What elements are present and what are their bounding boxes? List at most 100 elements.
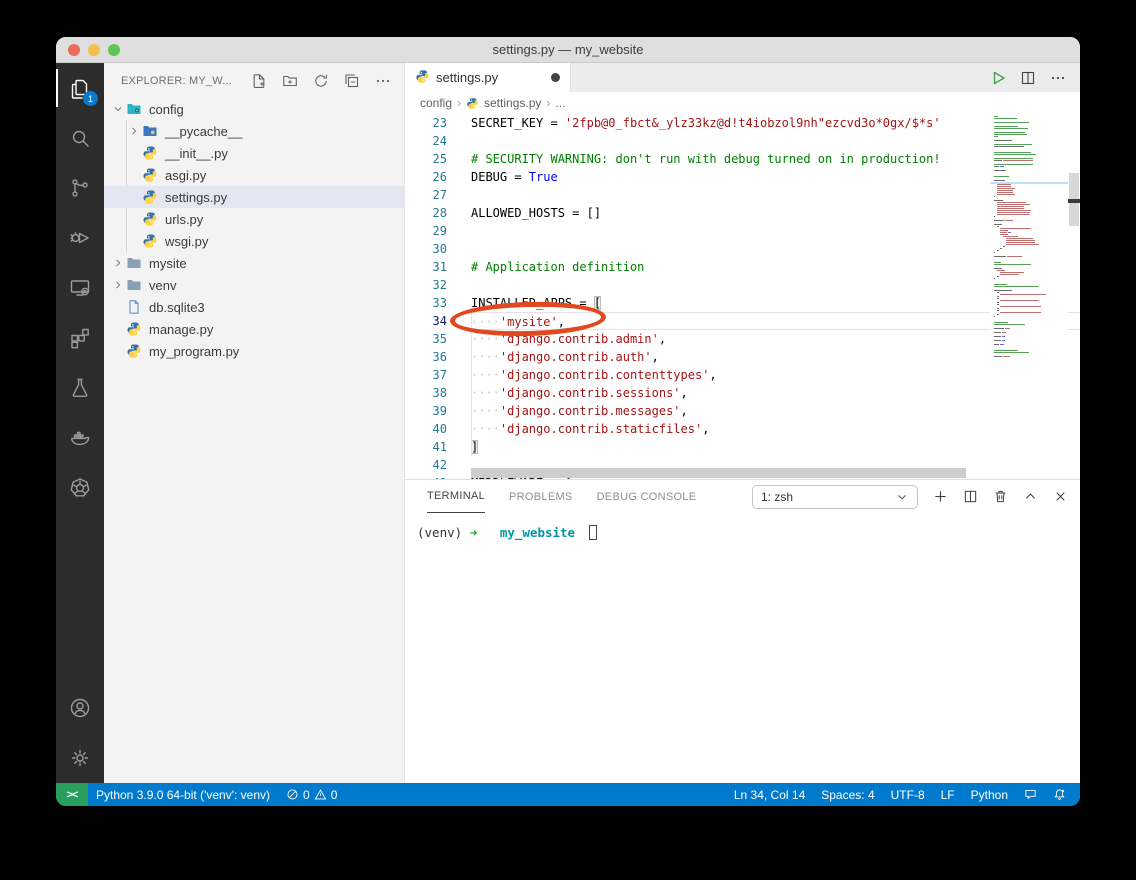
explorer-icon[interactable]: 1 xyxy=(56,63,104,113)
code-line-27[interactable]: 27 xyxy=(405,186,1080,204)
line-number[interactable]: 23 xyxy=(405,114,471,132)
feedback-icon[interactable] xyxy=(1016,783,1045,806)
horizontal-scrollbar[interactable] xyxy=(405,467,1068,479)
code-line-24[interactable]: 24 xyxy=(405,132,1080,150)
tree-item-config[interactable]: config xyxy=(104,98,404,120)
tree-item-urls-py[interactable]: urls.py xyxy=(104,208,404,230)
new-file-icon[interactable] xyxy=(248,70,270,92)
new-terminal-button[interactable] xyxy=(933,489,948,504)
line-number[interactable]: 27 xyxy=(405,186,471,204)
source-control-icon[interactable] xyxy=(56,163,104,213)
horizontal-scrollbar-handle[interactable] xyxy=(471,468,966,478)
kubernetes-icon[interactable] xyxy=(56,463,104,513)
vertical-scrollbar[interactable] xyxy=(1068,114,1080,479)
code-line-28[interactable]: 28ALLOWED_HOSTS = [] xyxy=(405,204,1080,222)
close-window-button[interactable] xyxy=(68,44,80,56)
code-line-37[interactable]: 37····'django.contrib.contenttypes', xyxy=(405,366,1080,384)
docker-icon[interactable] xyxy=(56,413,104,463)
line-number[interactable]: 25 xyxy=(405,150,471,168)
refresh-icon[interactable] xyxy=(310,70,332,92)
modified-dot-icon[interactable] xyxy=(551,73,560,82)
line-number[interactable]: 41 xyxy=(405,438,471,456)
tree-item--pycache-[interactable]: __pycache__ xyxy=(104,120,404,142)
run-debug-icon[interactable] xyxy=(56,213,104,263)
code-line-31[interactable]: 31# Application definition xyxy=(405,258,1080,276)
run-button[interactable] xyxy=(990,70,1006,86)
line-number[interactable]: 31 xyxy=(405,258,471,276)
code-line-32[interactable]: 32 xyxy=(405,276,1080,294)
line-number[interactable]: 37 xyxy=(405,366,471,384)
remote-indicator[interactable]: >< xyxy=(56,783,88,806)
tree-item-mysite[interactable]: mysite xyxy=(104,252,404,274)
new-folder-icon[interactable] xyxy=(279,70,301,92)
line-number[interactable]: 40 xyxy=(405,420,471,438)
status-python[interactable]: Python xyxy=(963,783,1016,806)
code-line-38[interactable]: 38····'django.contrib.sessions', xyxy=(405,384,1080,402)
tree-item-wsgi-py[interactable]: wsgi.py xyxy=(104,230,404,252)
line-number[interactable]: 24 xyxy=(405,132,471,150)
status-utf-8[interactable]: UTF-8 xyxy=(883,783,933,806)
line-number[interactable]: 33 xyxy=(405,294,471,312)
code-line-41[interactable]: 41] xyxy=(405,438,1080,456)
minimize-window-button[interactable] xyxy=(88,44,100,56)
problems-status[interactable]: 0 0 xyxy=(278,783,345,806)
line-number[interactable]: 36 xyxy=(405,348,471,366)
maximize-panel-button[interactable] xyxy=(1023,489,1038,504)
tree-item--init-py[interactable]: __init__.py xyxy=(104,142,404,164)
test-icon[interactable] xyxy=(56,363,104,413)
code-line-23[interactable]: 23SECRET_KEY = '2fpb@0_fbct&_ylz33kz@d!t… xyxy=(405,114,1080,132)
bell-icon[interactable] xyxy=(1045,783,1074,806)
status-lf[interactable]: LF xyxy=(933,783,963,806)
minimap[interactable] xyxy=(990,114,1068,479)
terminal-shell-dropdown[interactable]: 1: zsh xyxy=(752,485,918,509)
line-number[interactable]: 28 xyxy=(405,204,471,222)
tab-settings-py[interactable]: settings.py xyxy=(405,63,571,92)
code-line-26[interactable]: 26DEBUG = True xyxy=(405,168,1080,186)
split-terminal-button[interactable] xyxy=(963,489,978,504)
settings-gear-icon[interactable] xyxy=(56,733,104,783)
breadcrumb-item[interactable]: ... xyxy=(555,96,565,110)
collapse-all-icon[interactable] xyxy=(341,70,363,92)
line-number[interactable]: 32 xyxy=(405,276,471,294)
terminal-content[interactable]: (venv) ➜ my_website xyxy=(405,513,1080,783)
panel-tab-terminal[interactable]: TERMINAL xyxy=(427,480,485,513)
zoom-window-button[interactable] xyxy=(108,44,120,56)
split-editor-icon[interactable] xyxy=(1020,70,1036,86)
tree-item-db-sqlite3[interactable]: db.sqlite3 xyxy=(104,296,404,318)
code-editor[interactable]: 23SECRET_KEY = '2fpb@0_fbct&_ylz33kz@d!t… xyxy=(405,114,1080,479)
line-number[interactable]: 38 xyxy=(405,384,471,402)
code-line-25[interactable]: 25# SECURITY WARNING: don't run with deb… xyxy=(405,150,1080,168)
code-line-29[interactable]: 29 xyxy=(405,222,1080,240)
line-number[interactable]: 39 xyxy=(405,402,471,420)
code-line-36[interactable]: 36····'django.contrib.auth', xyxy=(405,348,1080,366)
more-icon[interactable] xyxy=(1050,70,1066,86)
code-line-39[interactable]: 39····'django.contrib.messages', xyxy=(405,402,1080,420)
tree-item-my-program-py[interactable]: my_program.py xyxy=(104,340,404,362)
remote-explorer-icon[interactable] xyxy=(56,263,104,313)
status-spaces[interactable]: Spaces: 4 xyxy=(813,783,882,806)
line-number[interactable]: 30 xyxy=(405,240,471,258)
panel-tab-debug-console[interactable]: DEBUG CONSOLE xyxy=(597,480,697,513)
title-bar[interactable]: settings.py — my_website xyxy=(56,37,1080,63)
search-icon[interactable] xyxy=(56,113,104,163)
breadcrumb-item[interactable]: settings.py xyxy=(484,96,541,110)
tree-item-settings-py[interactable]: settings.py xyxy=(104,186,404,208)
tree-item-asgi-py[interactable]: asgi.py xyxy=(104,164,404,186)
kill-terminal-button[interactable] xyxy=(993,489,1008,504)
tree-item-venv[interactable]: venv xyxy=(104,274,404,296)
breadcrumb-item[interactable]: config xyxy=(420,96,452,110)
code-line-40[interactable]: 40····'django.contrib.staticfiles', xyxy=(405,420,1080,438)
panel-tab-problems[interactable]: PROBLEMS xyxy=(509,480,573,513)
more-icon[interactable] xyxy=(372,70,394,92)
line-number[interactable]: 26 xyxy=(405,168,471,186)
tree-item-manage-py[interactable]: manage.py xyxy=(104,318,404,340)
breadcrumb[interactable]: config›settings.py›... xyxy=(405,92,1080,114)
line-number[interactable]: 29 xyxy=(405,222,471,240)
account-icon[interactable] xyxy=(56,683,104,733)
python-interpreter-status[interactable]: Python 3.9.0 64-bit ('venv': venv) xyxy=(88,783,278,806)
close-panel-button[interactable] xyxy=(1053,489,1068,504)
code-line-30[interactable]: 30 xyxy=(405,240,1080,258)
line-number[interactable]: 35 xyxy=(405,330,471,348)
status-ln[interactable]: Ln 34, Col 14 xyxy=(726,783,813,806)
extensions-icon[interactable] xyxy=(56,313,104,363)
